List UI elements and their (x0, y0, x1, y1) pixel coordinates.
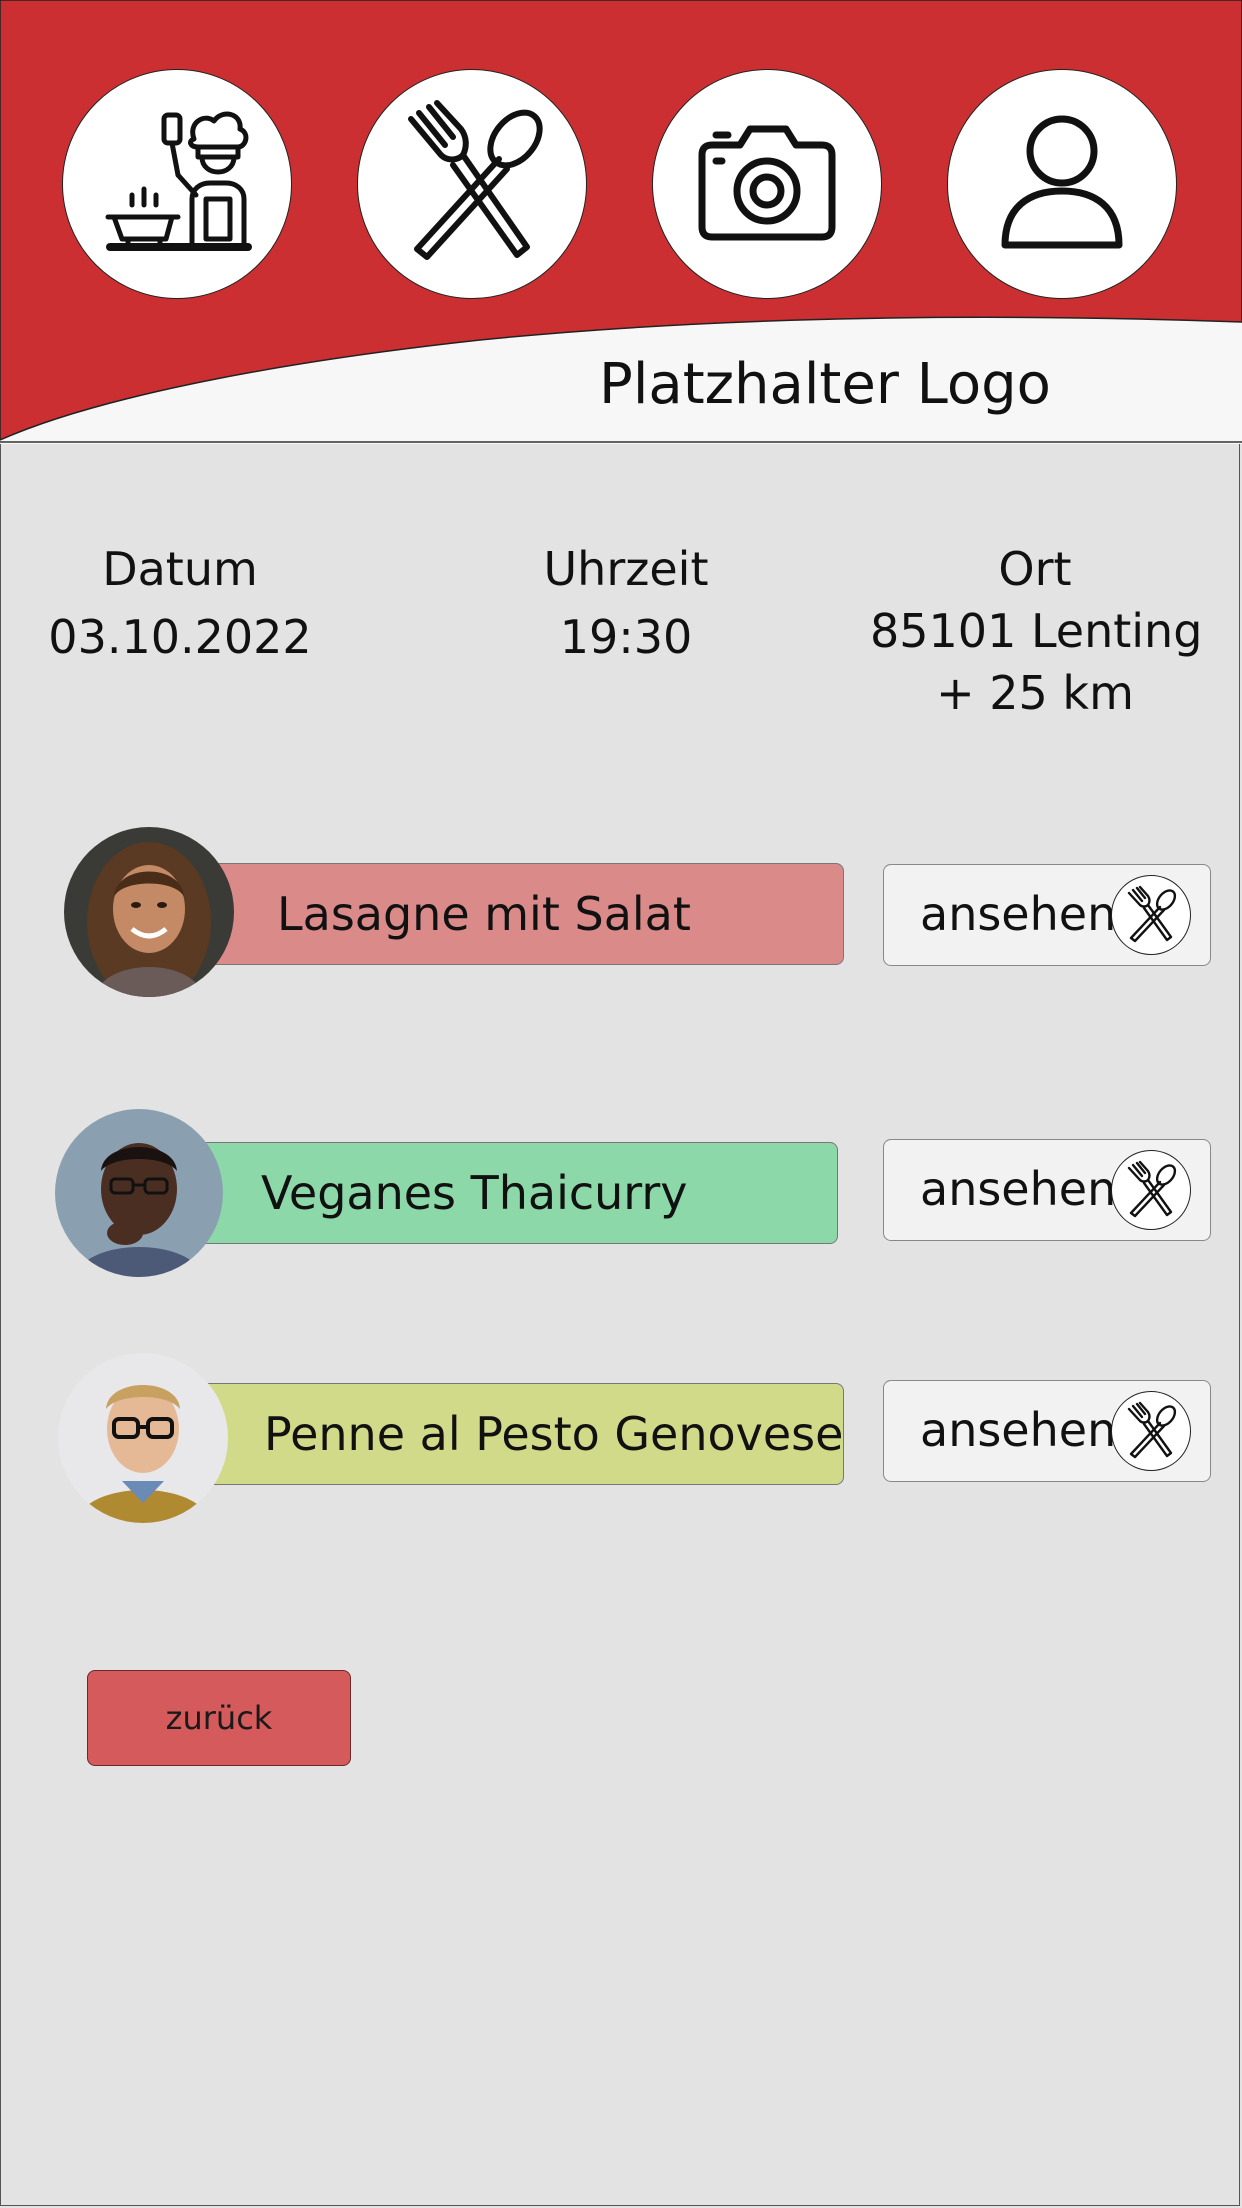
dish-bar[interactable]: Penne al Pesto Genovese (200, 1383, 844, 1485)
info-date: Datum 03.10.2022 (30, 538, 330, 668)
view-button-label: ansehen (920, 1162, 1117, 1216)
place-value: 85101 Lenting (870, 604, 1203, 658)
avatar (64, 827, 234, 997)
time-value: 19:30 (559, 610, 693, 664)
avatar (58, 1353, 228, 1523)
nav-camera-button[interactable] (652, 69, 882, 299)
fork-spoon-icon (1111, 1391, 1191, 1471)
dish-bar[interactable]: Veganes Thaicurry (196, 1142, 838, 1244)
dish-title: Penne al Pesto Genovese (264, 1407, 844, 1461)
time-label: Uhrzeit (543, 542, 709, 596)
view-button-label: ansehen (920, 887, 1117, 941)
place-label: Ort (998, 542, 1072, 596)
dish-title: Lasagne mit Salat (277, 887, 691, 941)
user-icon (1001, 115, 1123, 249)
dish-bar[interactable]: Lasagne mit Salat (200, 863, 844, 965)
view-dish-button[interactable]: ansehen (883, 864, 1211, 966)
date-value: 03.10.2022 (48, 610, 312, 664)
view-dish-button[interactable]: ansehen (883, 1139, 1211, 1241)
app-header: Platzhalter Logo (0, 0, 1242, 444)
nav-cooking-button[interactable] (62, 69, 292, 299)
dish-title: Veganes Thaicurry (261, 1166, 688, 1220)
fork-spoon-icon (408, 100, 543, 260)
camera-icon (698, 125, 836, 241)
nav-dishes-button[interactable] (357, 69, 587, 299)
back-button-label: zurück (165, 1699, 273, 1737)
radius-value: + 25 km (936, 666, 1134, 720)
fork-spoon-icon (1111, 1150, 1191, 1230)
info-place: Ort 85101 Lenting + 25 km (870, 538, 1203, 724)
view-button-label: ansehen (920, 1403, 1117, 1457)
view-dish-button[interactable]: ansehen (883, 1380, 1211, 1482)
nav-profile-button[interactable] (947, 69, 1177, 299)
fork-spoon-icon (1111, 875, 1191, 955)
chef-cooking-icon (105, 111, 252, 251)
avatar (55, 1109, 223, 1277)
back-button[interactable]: zurück (87, 1670, 351, 1766)
logo-placeholder: Platzhalter Logo (599, 352, 1051, 417)
date-label: Datum (102, 542, 258, 596)
info-time: Uhrzeit 19:30 (476, 538, 776, 668)
